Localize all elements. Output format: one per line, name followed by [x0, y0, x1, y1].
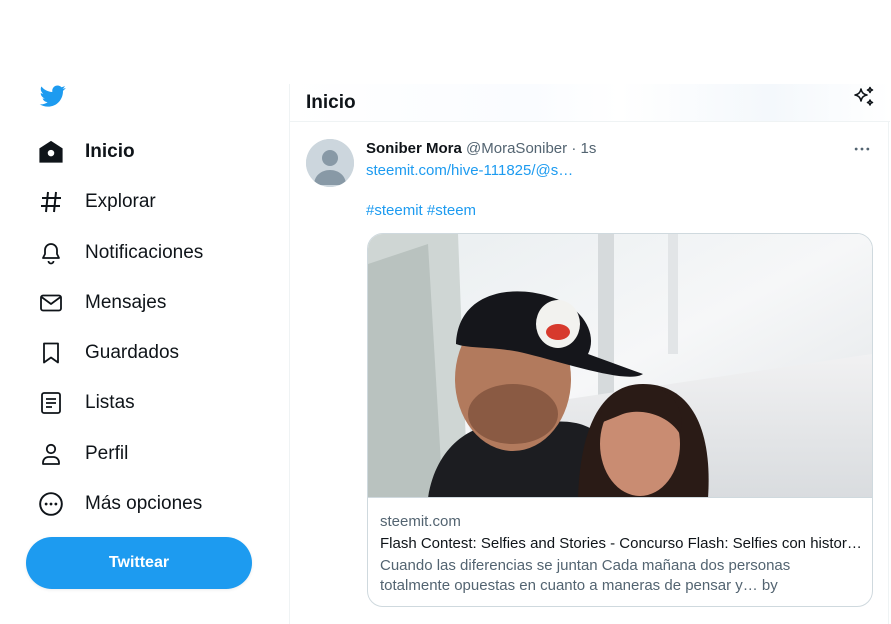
separator-dot: ·	[571, 140, 577, 157]
tweet-time[interactable]: 1s	[580, 140, 596, 157]
nav-item-explorar[interactable]: Explorar	[26, 180, 168, 224]
twitter-logo-icon[interactable]	[38, 83, 68, 109]
timeline-header: Inicio	[290, 84, 890, 122]
more-options-button[interactable]	[850, 139, 874, 159]
card-body: steemit.com Flash Contest: Selfies and S…	[380, 512, 864, 596]
nav-item-guardados[interactable]: Guardados	[26, 331, 191, 375]
more-circle-icon	[38, 491, 64, 517]
nav-label-mensajes: Mensajes	[85, 292, 167, 313]
person-icon	[38, 441, 64, 467]
card-domain: steemit.com	[380, 513, 461, 530]
sparkle-icon[interactable]	[852, 85, 876, 109]
avatar[interactable]	[306, 139, 354, 187]
author-handle[interactable]: @MoraSoniber	[466, 140, 567, 157]
bookmark-icon	[38, 340, 64, 366]
bell-icon	[38, 240, 64, 266]
nav-label-listas: Listas	[85, 392, 135, 413]
hashtag-icon	[38, 189, 64, 215]
nav-label-notificaciones: Notificaciones	[85, 242, 204, 263]
tweet-hashtags[interactable]: #steemit #steem	[366, 202, 476, 219]
nav-label-mas-opciones: Más opciones	[85, 493, 203, 514]
nav-item-mas-opciones[interactable]: Más opciones	[26, 482, 214, 526]
nav-item-listas[interactable]: Listas	[26, 381, 147, 425]
home-icon	[38, 139, 64, 165]
nav-label-inicio: Inicio	[85, 141, 135, 162]
card-image	[368, 234, 872, 498]
tweet-button[interactable]: Twittear	[26, 537, 252, 589]
link-preview-card[interactable]: steemit.com Flash Contest: Selfies and S…	[367, 233, 873, 607]
mail-icon	[38, 290, 64, 316]
nav-label-perfil: Perfil	[85, 443, 129, 464]
card-title: Flash Contest: Selfies and Stories - Con…	[380, 535, 862, 552]
card-description: Cuando las diferencias se juntan Cada ma…	[380, 557, 791, 594]
timeline: Inicio Soniber Mora @MoraSoniber · 1s st…	[289, 84, 890, 624]
page-title: Inicio	[306, 91, 356, 113]
list-icon	[38, 390, 64, 416]
nav-label-explorar: Explorar	[85, 191, 156, 212]
tweet-link[interactable]: steemit.com/hive-111825/@s…	[366, 162, 573, 179]
sidebar: Inicio Explorar Notificaciones Mensajes …	[0, 0, 289, 624]
nav-label-guardados: Guardados	[85, 342, 180, 363]
nav-item-mensajes[interactable]: Mensajes	[26, 281, 178, 325]
tweet-header: Soniber Mora @MoraSoniber · 1s	[366, 140, 596, 157]
nav-item-perfil[interactable]: Perfil	[26, 432, 140, 476]
nav-item-notificaciones[interactable]: Notificaciones	[26, 231, 215, 275]
author-name[interactable]: Soniber Mora	[366, 140, 462, 157]
ellipsis-icon	[854, 147, 870, 151]
nav-item-inicio[interactable]: Inicio	[26, 130, 147, 174]
